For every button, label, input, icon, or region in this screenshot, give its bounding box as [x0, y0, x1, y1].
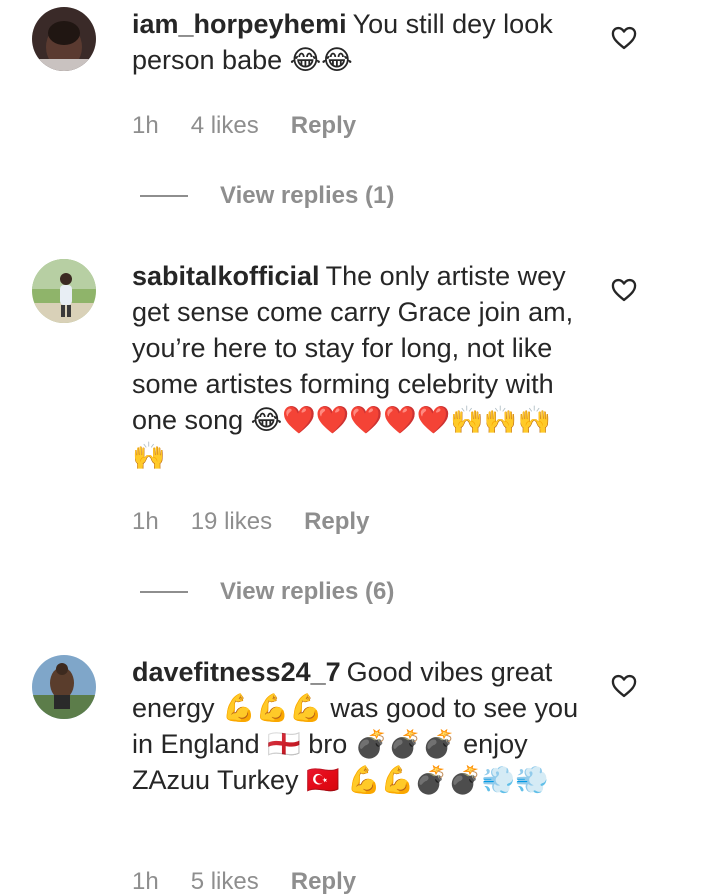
divider-line — [140, 195, 188, 197]
comment-username[interactable]: sabitalkofficial — [132, 261, 320, 291]
comment-time: 1h — [132, 868, 159, 895]
comment-likes[interactable]: 5 likes — [191, 868, 259, 896]
comment-time: 1h — [132, 112, 159, 139]
comment-likes[interactable]: 4 likes — [191, 112, 259, 140]
comment-text: sabitalkofficial The only artiste wey get… — [132, 258, 582, 474]
comment-item: sabitalkofficial The only artiste wey get… — [0, 252, 720, 622]
view-replies-label: View replies (1) — [220, 182, 395, 209]
reply-button[interactable]: Reply — [304, 508, 369, 536]
comment-username[interactable]: davefitness24_7 — [132, 657, 341, 687]
comment-body: The only artiste wey get sense come carr… — [132, 261, 574, 471]
comment-item: iam_horpeyhemi You still dey look person … — [0, 0, 720, 230]
comment-text: davefitness24_7 Good vibes great energy 💪… — [132, 654, 582, 798]
reply-button[interactable]: Reply — [291, 868, 356, 896]
avatar[interactable] — [32, 7, 96, 71]
avatar[interactable] — [32, 259, 96, 323]
comment-meta: 1h 19 likes Reply — [132, 508, 369, 536]
comment-meta: 1h 5 likes Reply — [132, 868, 356, 896]
comment-text: iam_horpeyhemi You still dey look person … — [132, 6, 582, 78]
avatar[interactable] — [32, 655, 96, 719]
comment-meta: 1h 4 likes Reply — [132, 112, 356, 140]
comment-time: 1h — [132, 508, 159, 535]
divider-line — [140, 591, 188, 593]
comment-likes[interactable]: 19 likes — [191, 508, 272, 536]
comment-username[interactable]: iam_horpeyhemi — [132, 9, 347, 39]
heart-outline-icon[interactable] — [610, 276, 638, 304]
view-replies-button[interactable]: View replies (6) — [140, 578, 394, 606]
comment-item: davefitness24_7 Good vibes great energy 💪… — [0, 648, 720, 896]
reply-button[interactable]: Reply — [291, 112, 356, 140]
heart-outline-icon[interactable] — [610, 24, 638, 52]
view-replies-button[interactable]: View replies (1) — [140, 182, 394, 210]
view-replies-label: View replies (6) — [220, 578, 395, 605]
heart-outline-icon[interactable] — [610, 672, 638, 700]
